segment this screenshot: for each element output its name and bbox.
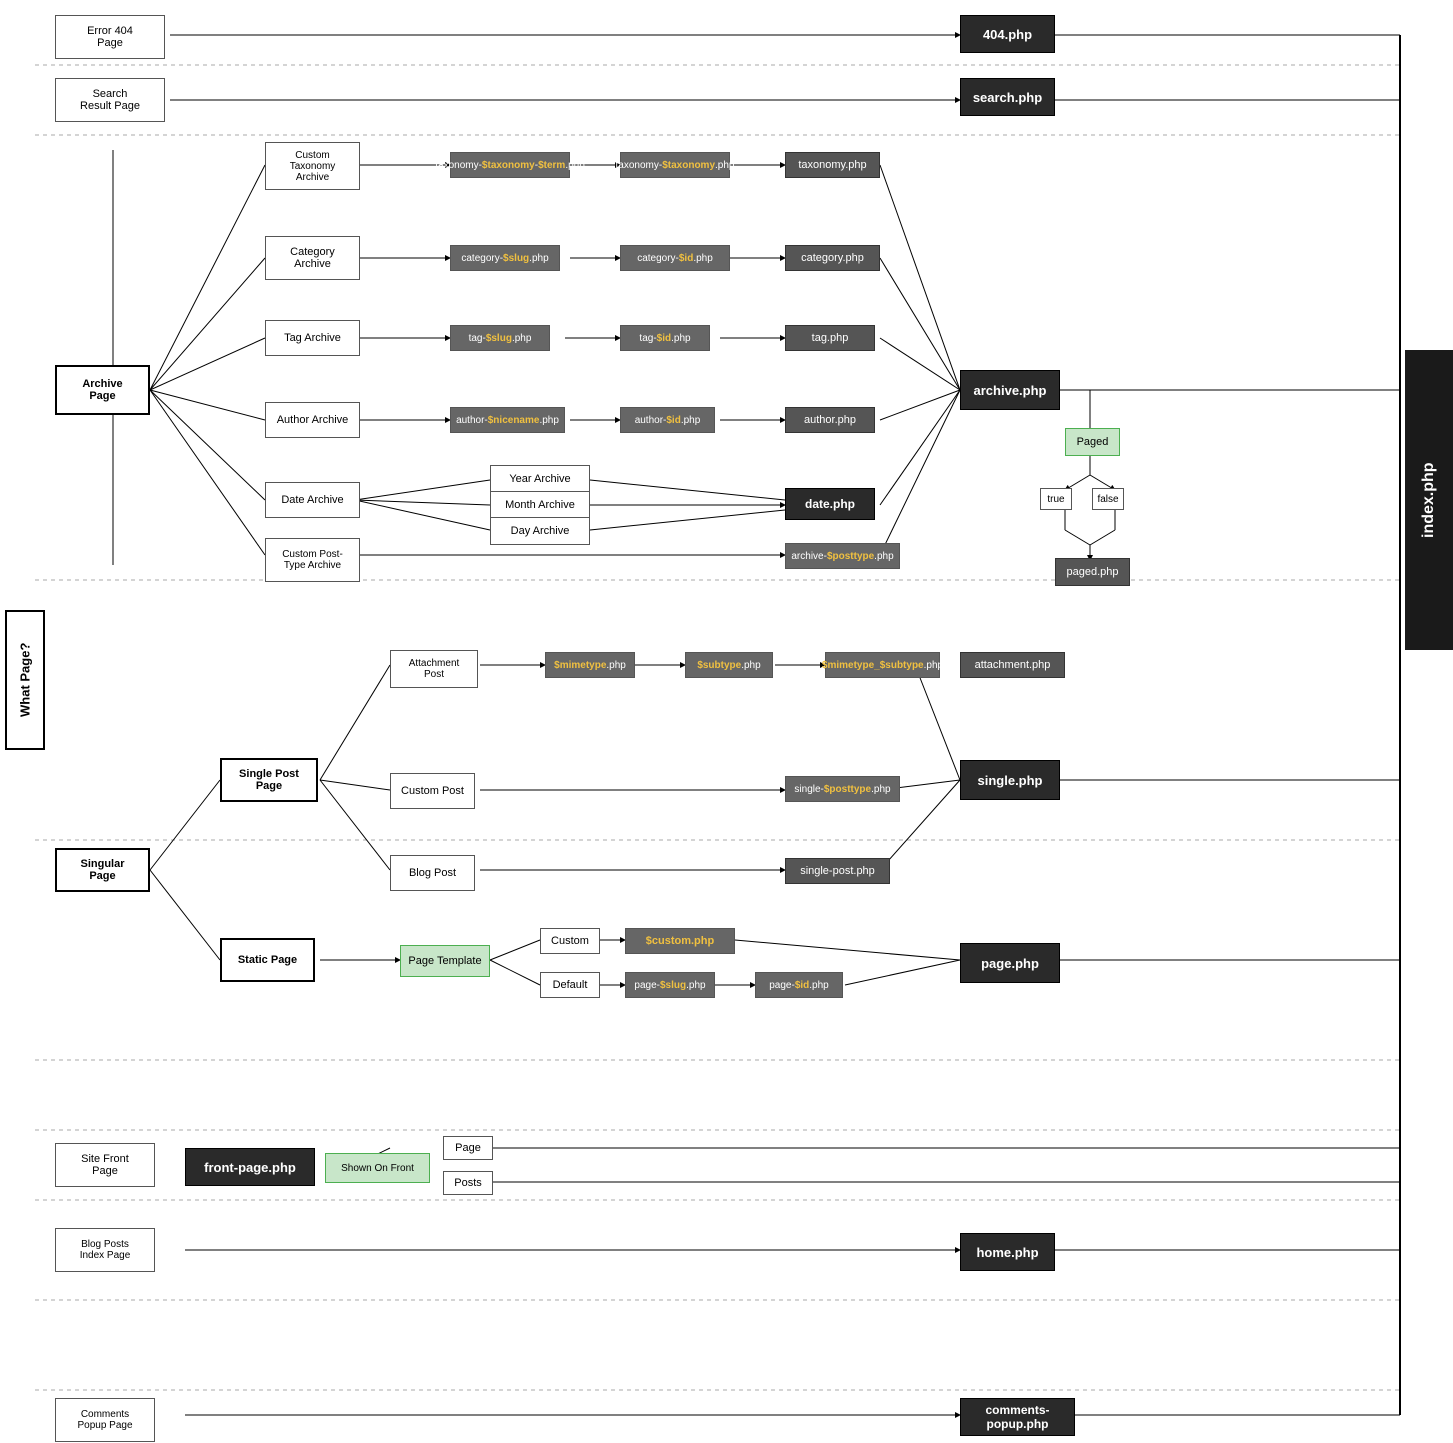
custom-php-node: $custom.php: [625, 928, 735, 954]
category-slug-php-node: category-$slug.php: [450, 245, 560, 271]
archive-posttype-php-node: archive-$posttype.php: [785, 543, 900, 569]
page-item-node: Page: [443, 1136, 493, 1160]
home-php-node: home.php: [960, 1233, 1055, 1271]
attachment-php-node: attachment.php: [960, 652, 1065, 678]
taxonomy-term-php-node: taxonomy-$taxonomy-$term.php: [450, 152, 570, 178]
site-front-page-node: Site Front Page: [55, 1143, 155, 1187]
page-id-php-node: page-$id.php: [755, 972, 843, 998]
page-php-node: page.php: [960, 943, 1060, 983]
author-archive-node: Author Archive: [265, 402, 360, 438]
blog-posts-index-node: Blog Posts Index Page: [55, 1228, 155, 1272]
tag-archive-node: Tag Archive: [265, 320, 360, 356]
subtype-php-node: $subtype.php: [685, 652, 773, 678]
error-404-node: Error 404 Page: [55, 15, 165, 59]
search-result-node: Search Result Page: [55, 78, 165, 122]
shown-on-front-node: Shown On Front: [325, 1153, 430, 1183]
single-post-php-node: single-post.php: [785, 858, 890, 884]
blog-post-node: Blog Post: [390, 855, 475, 891]
single-post-page-node: Single Post Page: [220, 758, 318, 802]
archive-page-node: Archive Page: [55, 365, 150, 415]
custom-label-node: Custom: [540, 928, 600, 954]
taxonomy-php-node: taxonomy.php: [785, 152, 880, 178]
author-php-node: author.php: [785, 407, 875, 433]
404-php-node: 404.php: [960, 15, 1055, 53]
static-page-node: Static Page: [220, 938, 315, 982]
true-node: true: [1040, 488, 1072, 510]
index-php-label: index.php: [1405, 350, 1453, 650]
posts-item-node: Posts: [443, 1171, 493, 1195]
category-php-node: category.php: [785, 245, 880, 271]
date-php-node: date.php: [785, 488, 875, 520]
comments-popup-node: Comments Popup Page: [55, 1398, 155, 1442]
single-posttype-php-node: single-$posttype.php: [785, 776, 900, 802]
single-php-node: single.php: [960, 760, 1060, 800]
paged-php-node: paged.php: [1055, 558, 1130, 586]
tag-id-php-node: tag-$id.php: [620, 325, 710, 351]
custom-post-type-archive-node: Custom Post- Type Archive: [265, 538, 360, 582]
custom-post-node: Custom Post: [390, 773, 475, 809]
category-archive-node: Category Archive: [265, 236, 360, 280]
taxonomy-taxonomy-php-node: taxonomy-$taxonomy.php: [620, 152, 730, 178]
paged-node: Paged: [1065, 428, 1120, 456]
day-archive-node: Day Archive: [490, 517, 590, 545]
search-php-node: search.php: [960, 78, 1055, 116]
archive-php-node: archive.php: [960, 370, 1060, 410]
what-page-label: What Page?: [5, 610, 45, 750]
connector-lines: [0, 0, 1453, 1443]
mimetype-subtype-php-node: $mimetype_$subtype.php: [825, 652, 940, 678]
date-archive-node: Date Archive: [265, 482, 360, 518]
custom-taxonomy-node: Custom Taxonomy Archive: [265, 142, 360, 190]
page-template-node: Page Template: [400, 945, 490, 977]
comments-popup-php-node: comments- popup.php: [960, 1398, 1075, 1436]
false-node: false: [1092, 488, 1124, 510]
year-archive-node: Year Archive: [490, 465, 590, 493]
page-slug-php-node: page-$slug.php: [625, 972, 715, 998]
front-page-php-node: front-page.php: [185, 1148, 315, 1186]
category-id-php-node: category-$id.php: [620, 245, 730, 271]
tag-php-node: tag.php: [785, 325, 875, 351]
month-archive-node: Month Archive: [490, 491, 590, 519]
tag-slug-php-node: tag-$slug.php: [450, 325, 550, 351]
attachment-post-node: Attachment Post: [390, 650, 478, 688]
author-id-php-node: author-$id.php: [620, 407, 715, 433]
mimetype-php-node: $mimetype.php: [545, 652, 635, 678]
singular-page-node: Singular Page: [55, 848, 150, 892]
author-nicename-php-node: author-$nicename.php: [450, 407, 565, 433]
main-container: What Page? index.php Error 404 Page 404.…: [0, 0, 1453, 1443]
default-label-node: Default: [540, 972, 600, 998]
